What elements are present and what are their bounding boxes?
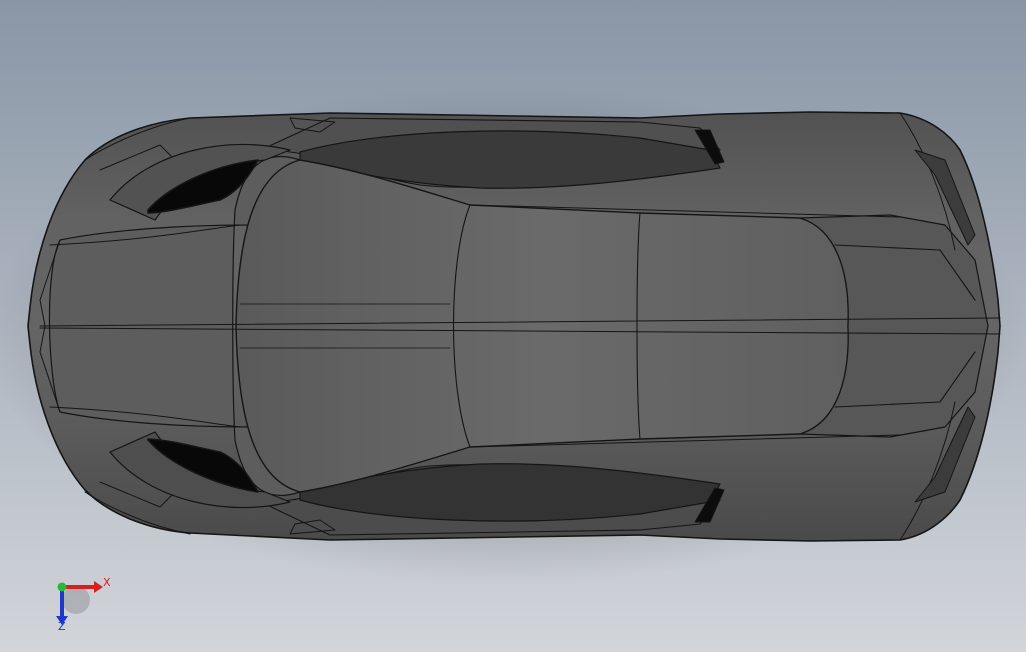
x-axis-label: X <box>103 576 111 589</box>
y-axis-dot-icon <box>57 582 67 592</box>
car-model[interactable] <box>27 111 1001 542</box>
model-scene[interactable] <box>0 0 1026 652</box>
triad-shadow <box>62 586 90 614</box>
coordinate-triad: X Z <box>40 570 120 640</box>
cad-3d-viewport[interactable]: X Z <box>0 0 1026 652</box>
z-axis-label: Z <box>58 620 66 633</box>
x-axis-arrowhead-icon <box>94 581 103 593</box>
